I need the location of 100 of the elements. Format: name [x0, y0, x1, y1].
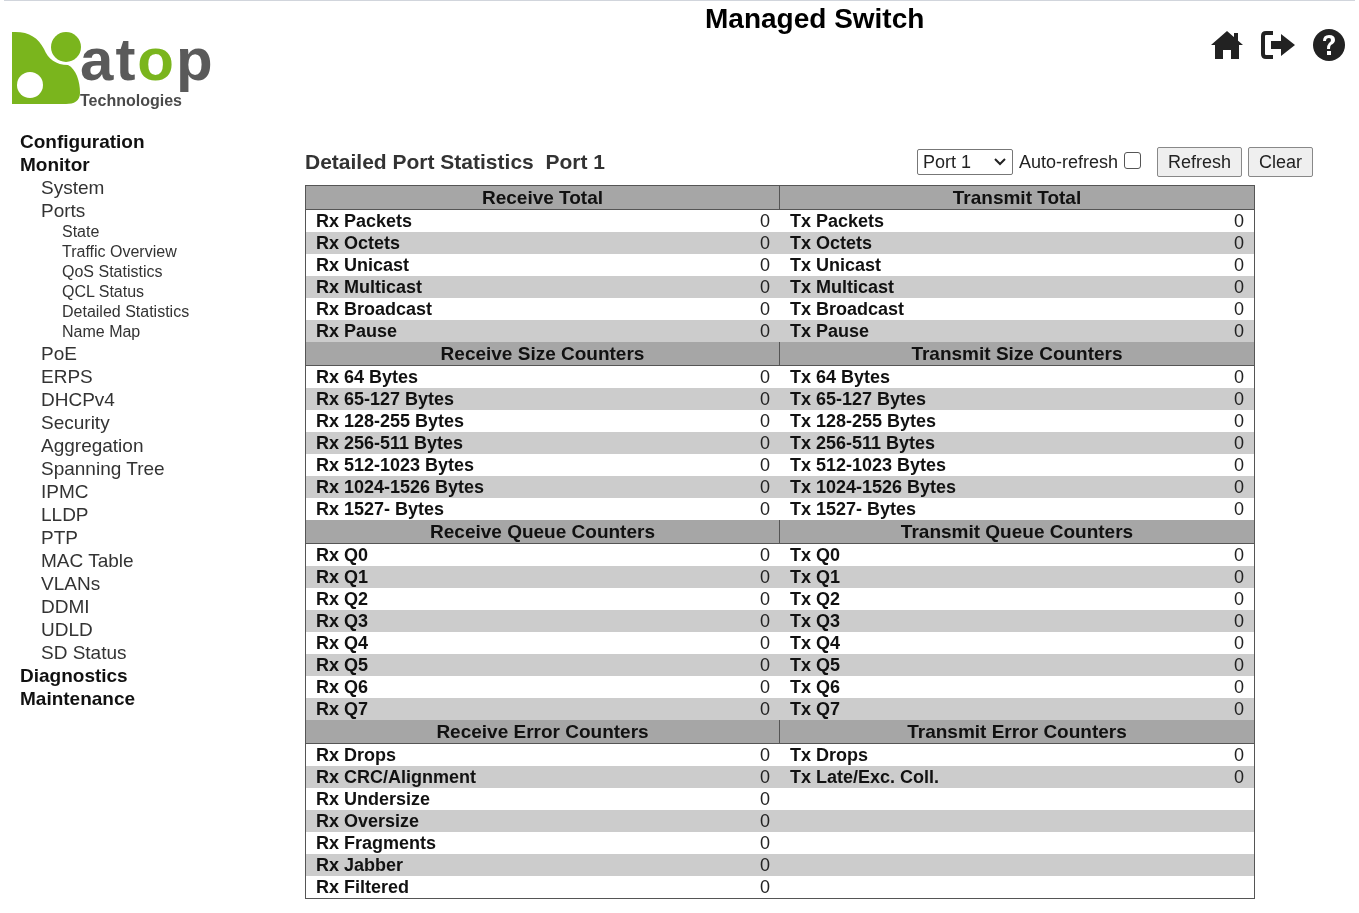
logout-icon[interactable]: [1261, 30, 1297, 60]
stat-value: 0: [760, 744, 770, 766]
stat-value: 0: [1234, 610, 1244, 632]
help-icon[interactable]: [1313, 29, 1345, 61]
nav-item[interactable]: Maintenance: [20, 687, 305, 710]
stat-value: 0: [760, 676, 770, 698]
stat-value: 0: [760, 320, 770, 342]
stat-label: Tx Broadcast: [790, 298, 905, 320]
nav-item[interactable]: IPMC: [20, 480, 305, 503]
column-header: Receive Queue Counters: [306, 520, 780, 543]
nav-item[interactable]: SD Status: [20, 641, 305, 664]
stat-label: Tx Packets: [790, 210, 885, 232]
stat-label: Tx Unicast: [790, 254, 882, 276]
stat-value: 0: [1234, 232, 1244, 254]
stat-value: 0: [760, 432, 770, 454]
nav-item[interactable]: Configuration: [20, 130, 305, 153]
stat-label: Rx Q6: [316, 676, 369, 698]
stat-label: Rx Undersize: [316, 788, 431, 810]
column-header: Transmit Queue Counters: [899, 520, 1135, 543]
stat-value: 0: [1234, 366, 1244, 388]
stat-value: 0: [760, 454, 770, 476]
stat-label: Tx Q6: [790, 676, 841, 698]
stat-value: 0: [760, 410, 770, 432]
nav-item[interactable]: QoS Statistics: [20, 262, 305, 282]
chevron-down-icon: [992, 157, 1007, 167]
nav-item[interactable]: ERPS: [20, 365, 305, 388]
stat-label: Tx Drops: [790, 744, 868, 766]
auto-refresh-checkbox[interactable]: [1123, 151, 1141, 169]
stat-label: Rx 64 Bytes: [316, 366, 419, 388]
column-header: Transmit Error Counters: [906, 720, 1128, 743]
stat-label: Rx 1024-1526 Bytes: [316, 476, 485, 498]
stat-value: 0: [1234, 410, 1244, 432]
nav-item[interactable]: Aggregation: [20, 434, 305, 457]
nav-item[interactable]: LLDP: [20, 503, 305, 526]
stat-value: 0: [1234, 676, 1244, 698]
port-dropdown[interactable]: Port 1: [916, 149, 1013, 175]
stat-value: 0: [760, 788, 770, 810]
stat-value: 0: [1234, 654, 1244, 676]
stat-value: 0: [760, 610, 770, 632]
nav-item[interactable]: DHCPv4: [20, 388, 305, 411]
stat-label: Rx Q7: [316, 698, 369, 720]
stat-value: 0: [1234, 588, 1244, 610]
stat-label: Tx Q4: [790, 632, 841, 654]
stat-label: Rx Broadcast: [316, 298, 433, 320]
stat-label: Rx Jabber: [316, 854, 404, 876]
stat-label: Tx 128-255 Bytes: [790, 410, 937, 432]
nav-item[interactable]: Security: [20, 411, 305, 434]
stat-label: Rx Pause: [316, 320, 398, 342]
stat-label: Tx 1527- Bytes: [790, 498, 917, 520]
home-icon[interactable]: [1209, 29, 1245, 61]
stat-label: Rx Unicast: [316, 254, 410, 276]
stat-value: 0: [760, 832, 770, 854]
stat-value: 0: [1234, 276, 1244, 298]
nav-item[interactable]: PTP: [20, 526, 305, 549]
stat-label: Rx 256-511 Bytes: [316, 432, 464, 454]
stat-value: 0: [760, 366, 770, 388]
nav-item[interactable]: MAC Table: [20, 549, 305, 572]
stat-label: Tx 1024-1526 Bytes: [790, 476, 957, 498]
action-button[interactable]: Refresh: [1156, 147, 1242, 177]
stat-label: Rx Packets: [316, 210, 413, 232]
stat-value: 0: [1234, 388, 1244, 410]
nav-item[interactable]: UDLD: [20, 618, 305, 641]
stat-label: Rx CRC/Alignment: [316, 766, 476, 788]
stat-value: 0: [760, 298, 770, 320]
nav-item[interactable]: Diagnostics: [20, 664, 305, 687]
stat-label: Tx 64 Bytes: [790, 366, 891, 388]
nav-item[interactable]: Ports: [20, 199, 305, 222]
stat-value: 0: [760, 476, 770, 498]
stat-value: 0: [760, 810, 770, 832]
stat-value: 0: [760, 254, 770, 276]
stat-value: 0: [760, 698, 770, 720]
stat-label: Rx Q5: [316, 654, 369, 676]
nav-item[interactable]: Traffic Overview: [20, 242, 305, 262]
stat-label: Tx Q5: [790, 654, 841, 676]
stat-value: 0: [760, 388, 770, 410]
nav-item[interactable]: PoE: [20, 342, 305, 365]
action-button[interactable]: Clear: [1248, 147, 1313, 177]
stat-label: Rx Filtered: [316, 876, 410, 898]
auto-refresh-label: Auto-refresh: [1018, 150, 1118, 174]
stat-label: Rx Fragments: [316, 832, 437, 854]
stat-label: Rx Q1: [316, 566, 369, 588]
stat-value: 0: [1234, 432, 1244, 454]
nav-item[interactable]: Detailed Statistics: [20, 302, 305, 322]
stat-label: Tx 65-127 Bytes: [790, 388, 927, 410]
nav-item[interactable]: VLANs: [20, 572, 305, 595]
stat-value: 0: [1234, 744, 1244, 766]
stat-value: 0: [760, 498, 770, 520]
stat-value: 0: [760, 588, 770, 610]
nav-item[interactable]: System: [20, 176, 305, 199]
nav-item[interactable]: Name Map: [20, 322, 305, 342]
nav-item[interactable]: Spanning Tree: [20, 457, 305, 480]
nav-item[interactable]: QCL Status: [20, 282, 305, 302]
stat-label: Rx 65-127 Bytes: [316, 388, 455, 410]
nav-item[interactable]: DDMI: [20, 595, 305, 618]
page-title: Managed Switch: [705, 5, 925, 33]
nav-item[interactable]: State: [20, 222, 305, 242]
column-header: Transmit Total: [951, 186, 1083, 209]
nav-item[interactable]: Monitor: [20, 153, 305, 176]
stat-value: 0: [760, 632, 770, 654]
stat-value: 0: [1234, 632, 1244, 654]
